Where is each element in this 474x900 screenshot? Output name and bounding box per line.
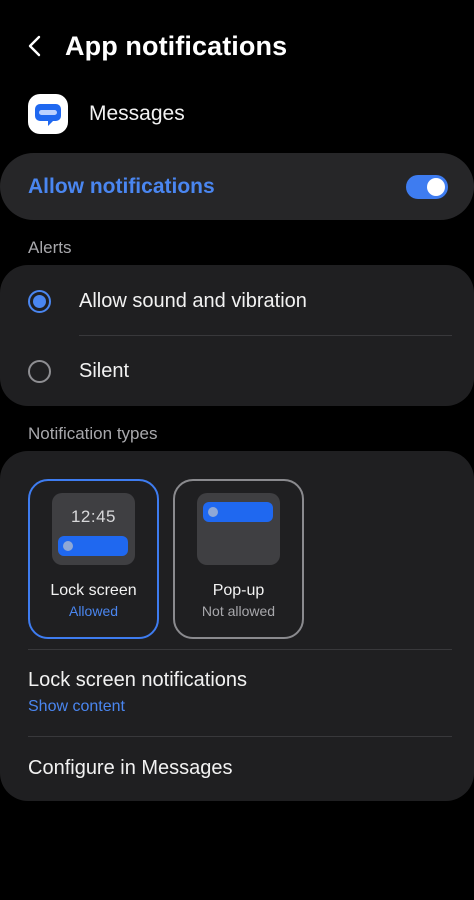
alert-option-silent[interactable]: Silent — [0, 336, 474, 406]
alerts-card: Allow sound and vibration Silent — [0, 265, 474, 406]
configure-in-messages-title: Configure in Messages — [28, 757, 233, 779]
tile-status: Not allowed — [201, 603, 276, 619]
preview-time: 12:45 — [70, 507, 117, 526]
tile-title: Pop-up — [212, 582, 265, 599]
notification-types-card: 12:45 Lock screen Allowed Pop-up Not all… — [0, 451, 474, 801]
popup-preview — [197, 493, 280, 565]
page-title: App notifications — [65, 30, 288, 61]
messages-app-icon — [28, 94, 68, 134]
divider — [28, 736, 452, 737]
lock-screen-preview: 12:45 — [52, 493, 135, 565]
alert-option-sound-vibration[interactable]: Allow sound and vibration — [0, 266, 474, 336]
lock-screen-notifications-value: Show content — [28, 698, 125, 715]
header: App notifications — [0, 22, 474, 70]
tile-status: Allowed — [68, 603, 119, 619]
radio-unselected-icon[interactable] — [28, 359, 51, 383]
divider — [28, 649, 452, 650]
app-notifications-screen: App notifications Messages Allow notific… — [0, 0, 474, 900]
back-button[interactable] — [8, 22, 64, 70]
allow-notifications-toggle[interactable] — [406, 174, 448, 199]
chevron-left-icon — [28, 35, 41, 57]
preview-dot — [208, 507, 218, 517]
alerts-section-label: Alerts — [28, 238, 72, 257]
lock-screen-notifications-row[interactable]: Lock screen notifications Show content — [28, 669, 247, 716]
alert-option-label: Allow sound and vibration — [79, 289, 307, 312]
toggle-knob — [427, 177, 445, 196]
preview-notification-bar — [58, 536, 128, 556]
notification-types-section-label: Notification types — [28, 424, 158, 443]
allow-notifications-row[interactable]: Allow notifications — [0, 153, 474, 220]
alert-option-label: Silent — [79, 359, 130, 382]
tile-title: Lock screen — [50, 582, 137, 599]
app-name: Messages — [89, 102, 185, 125]
preview-dot — [63, 541, 73, 551]
type-tile-popup[interactable]: Pop-up Not allowed — [173, 479, 304, 639]
radio-selected-icon[interactable] — [28, 289, 51, 313]
preview-notification-bar — [203, 502, 273, 522]
allow-notifications-label: Allow notifications — [28, 174, 215, 198]
configure-in-messages-row[interactable]: Configure in Messages — [28, 757, 233, 780]
lock-screen-notifications-title: Lock screen notifications — [28, 669, 248, 691]
type-tile-lock-screen[interactable]: 12:45 Lock screen Allowed — [28, 479, 159, 639]
app-row: Messages — [28, 92, 185, 136]
